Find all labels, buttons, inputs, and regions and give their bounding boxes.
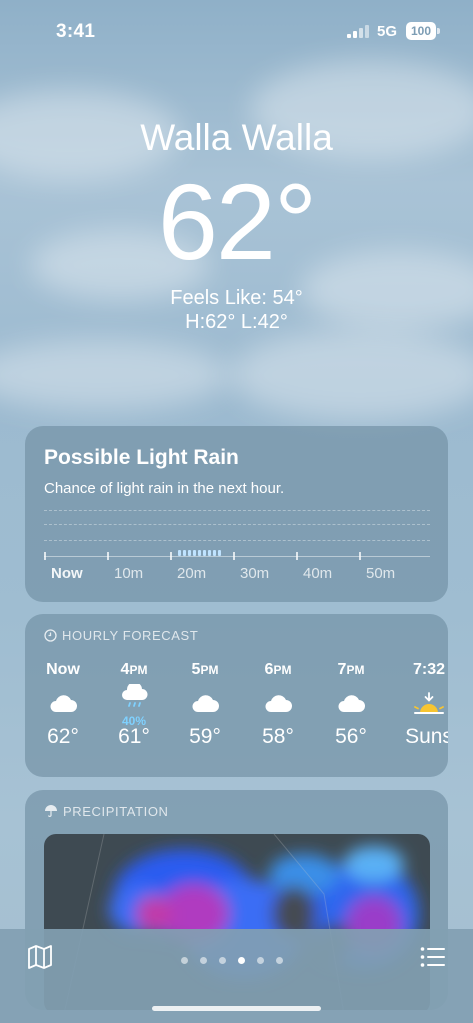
rain-card-subtitle: Chance of light rain in the next hour. bbox=[44, 480, 285, 497]
hourly-temperature: 58° bbox=[262, 725, 294, 748]
chart-time-label: 10m bbox=[114, 565, 144, 582]
bottom-toolbar bbox=[0, 929, 473, 1023]
city-name: Walla Walla bbox=[140, 117, 333, 158]
hourly-header-label: HOURLY FORECAST bbox=[62, 628, 199, 643]
hourly-item: 6PM 58° bbox=[243, 660, 313, 750]
page-dot[interactable] bbox=[276, 957, 283, 964]
rain-intensity-bar bbox=[203, 550, 206, 556]
hourly-item: 5PM 59° bbox=[170, 660, 240, 750]
map-icon[interactable] bbox=[27, 945, 53, 969]
hourly-temperature: Suns bbox=[405, 725, 448, 748]
rain-intensity-bar bbox=[188, 550, 191, 556]
cellular-signal-icon bbox=[347, 24, 371, 38]
chart-tick bbox=[107, 552, 109, 560]
cloud-icon bbox=[28, 680, 98, 724]
page-dot[interactable] bbox=[219, 957, 226, 964]
page-dot[interactable] bbox=[181, 957, 188, 964]
rain-intensity-bar bbox=[208, 550, 211, 556]
rain-intensity-bar bbox=[193, 550, 196, 556]
rain-intensity-bar bbox=[183, 550, 186, 556]
precipitation-header-label: PRECIPITATION bbox=[63, 804, 169, 819]
cloud-icon bbox=[170, 680, 240, 724]
home-indicator bbox=[152, 1006, 321, 1011]
umbrella-icon bbox=[45, 805, 57, 818]
hourly-time: Now bbox=[46, 661, 80, 678]
rain-intensity-bar bbox=[178, 550, 181, 556]
current-temperature: 62° bbox=[157, 161, 317, 282]
chart-time-label: 40m bbox=[303, 565, 333, 582]
sunset-icon bbox=[394, 680, 448, 724]
hourly-temperature: 59° bbox=[189, 725, 221, 748]
hourly-time: 7:32 bbox=[412, 661, 446, 678]
cloud-rain-icon: 40% bbox=[99, 680, 169, 728]
precip-chance: 40% bbox=[121, 714, 147, 728]
current-conditions: Walla Walla 62° Feels Like: 54° H:62° L:… bbox=[0, 116, 473, 334]
network-type: 5G bbox=[377, 23, 398, 40]
hourly-time: 6PM bbox=[264, 661, 292, 678]
chart-tick bbox=[233, 552, 235, 560]
chart-time-label: 30m bbox=[240, 565, 270, 582]
hourly-item: 4PM 40% 61° bbox=[99, 660, 169, 750]
hourly-temperature: 62° bbox=[47, 725, 79, 748]
chart-gridline bbox=[44, 524, 430, 525]
hourly-time: 5PM bbox=[191, 661, 219, 678]
page-dot[interactable] bbox=[200, 957, 207, 964]
battery-icon: 100 bbox=[406, 22, 436, 40]
chart-tick bbox=[170, 552, 172, 560]
feels-like: Feels Like: 54° bbox=[170, 287, 303, 309]
hourly-header: HOURLY FORECAST bbox=[44, 628, 198, 643]
hourly-item: 7:32 Suns bbox=[394, 660, 448, 750]
chart-gridline bbox=[44, 540, 430, 541]
chart-tick bbox=[296, 552, 298, 560]
chart-axis bbox=[44, 556, 430, 557]
rain-intensity-bar bbox=[218, 550, 221, 556]
page-indicator[interactable] bbox=[181, 951, 295, 969]
status-time: 3:41 bbox=[56, 21, 96, 42]
chart-time-label: Now bbox=[51, 565, 83, 582]
page-dot[interactable] bbox=[238, 957, 245, 964]
chart-tick bbox=[44, 552, 46, 560]
cloud-icon bbox=[243, 680, 313, 724]
chart-time-label: 20m bbox=[177, 565, 207, 582]
cloud-icon bbox=[316, 680, 386, 724]
high-low: H:62° L:42° bbox=[185, 311, 288, 333]
battery-tip bbox=[437, 28, 440, 34]
rain-nowcast-card[interactable]: Possible Light Rain Chance of light rain… bbox=[25, 426, 448, 602]
precipitation-header: PRECIPITATION bbox=[44, 804, 169, 819]
chart-gridline bbox=[44, 510, 430, 511]
page-dot[interactable] bbox=[257, 957, 264, 964]
hourly-item: Now 62° bbox=[28, 660, 98, 750]
clock-icon bbox=[44, 629, 57, 642]
hourly-time: 4PM bbox=[120, 661, 148, 678]
hourly-temperature: 56° bbox=[335, 725, 367, 748]
chart-time-label: 50m bbox=[366, 565, 396, 582]
hourly-item: 7PM 56° bbox=[316, 660, 386, 750]
rain-intensity-bar bbox=[213, 550, 216, 556]
list-icon[interactable] bbox=[420, 946, 446, 968]
chart-tick bbox=[359, 552, 361, 560]
status-bar: 3:41 5G 100 bbox=[0, 18, 473, 46]
hourly-time: 7PM bbox=[337, 661, 365, 678]
rain-intensity-bar bbox=[198, 550, 201, 556]
rain-card-title: Possible Light Rain bbox=[44, 446, 239, 469]
hourly-forecast-card[interactable]: HOURLY FORECAST Now 62° 4PM 40% 61° 5PM 59° 6PM… bbox=[25, 614, 448, 777]
